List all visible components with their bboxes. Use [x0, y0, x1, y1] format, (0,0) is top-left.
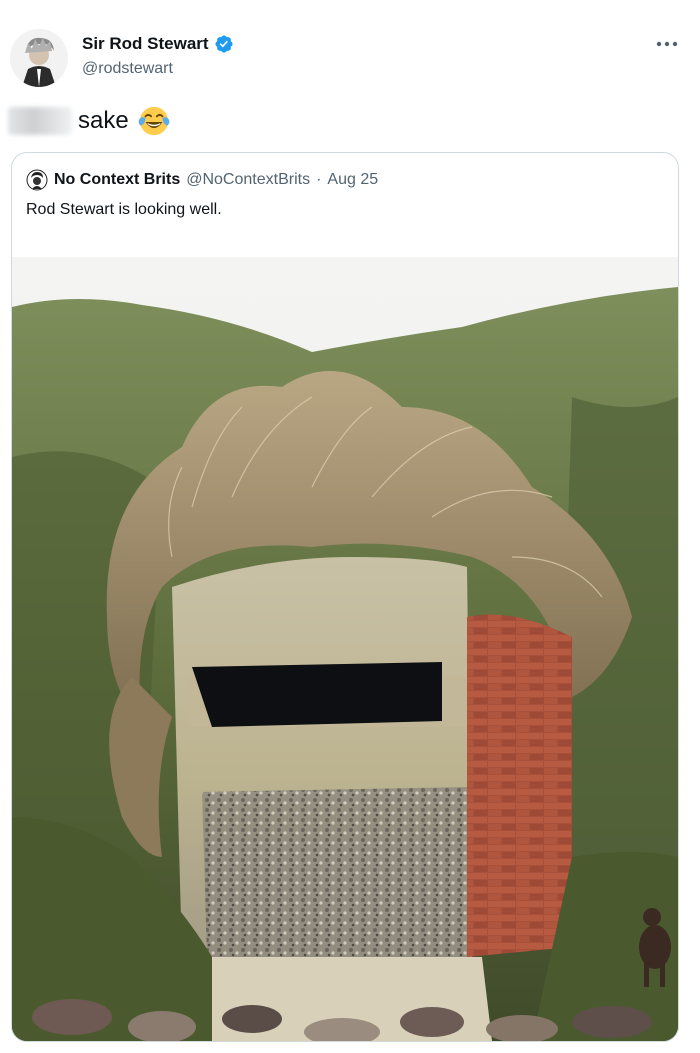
quoted-separator: ·: [316, 171, 322, 188]
quoted-header: No Context Brits @NoContextBrits · Aug 2…: [26, 169, 378, 191]
face-with-tears-of-joy-icon: [138, 106, 170, 136]
quoted-date[interactable]: Aug 25: [327, 171, 378, 189]
author-avatar[interactable]: [10, 29, 68, 87]
author-name[interactable]: Sir Rod Stewart: [82, 34, 209, 54]
tweet-text: sake: [8, 103, 171, 139]
blurred-word: [8, 107, 72, 135]
tweet-text-content: sake: [78, 107, 129, 134]
tweet-card: Sir Rod Stewart @rodstewart sake No Cont…: [0, 0, 700, 1053]
quoted-photo[interactable]: [12, 257, 678, 1041]
quoted-text: Rod Stewart is looking well.: [26, 201, 222, 218]
quoted-tweet[interactable]: No Context Brits @NoContextBrits · Aug 2…: [11, 152, 679, 1042]
more-options-button[interactable]: [652, 30, 682, 58]
quoted-avatar[interactable]: [26, 169, 48, 191]
author-handle[interactable]: @rodstewart: [82, 60, 173, 78]
quoted-author-handle[interactable]: @NoContextBrits: [186, 171, 310, 189]
verified-badge-icon: [214, 34, 234, 54]
quoted-author-name[interactable]: No Context Brits: [54, 171, 180, 189]
more-dots-icon: [656, 41, 678, 47]
